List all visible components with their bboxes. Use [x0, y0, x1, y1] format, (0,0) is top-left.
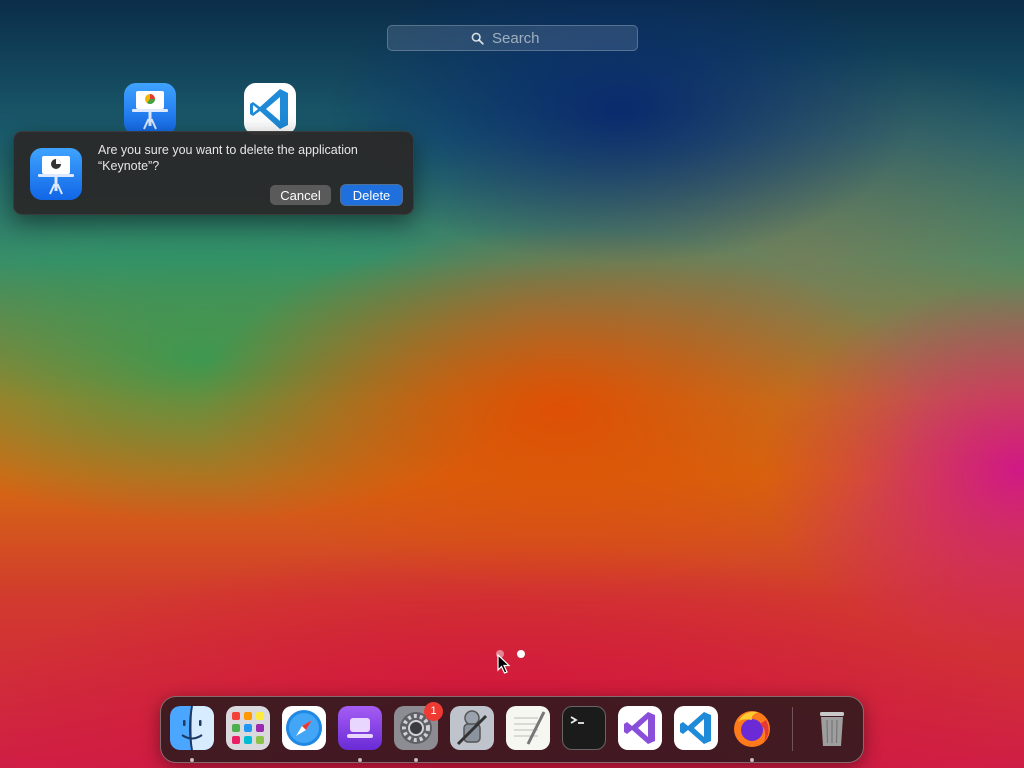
dock-item-firefox[interactable] — [730, 706, 774, 750]
mouse-cursor-icon — [497, 654, 511, 674]
dialog-app-icon — [30, 148, 82, 200]
delete-confirmation-dialog: Are you sure you want to delete the appl… — [13, 131, 414, 215]
podcast-app-icon — [347, 718, 373, 738]
terminal-icon — [570, 716, 584, 724]
launchpad-app-keynote[interactable] — [124, 83, 176, 135]
vscode-icon — [250, 89, 288, 129]
dock: 1 — [160, 696, 864, 763]
dock-item-terminal[interactable] — [562, 706, 606, 750]
trash-icon — [820, 712, 844, 746]
dock-item-safari[interactable] — [282, 706, 326, 750]
dock-item-visual-studio[interactable] — [618, 706, 662, 750]
visual-studio-icon — [624, 712, 655, 744]
running-indicator — [190, 758, 194, 762]
firefox-icon — [734, 711, 770, 747]
page-indicator-dot-2[interactable] — [517, 650, 525, 658]
dock-item-textedit[interactable] — [506, 706, 550, 750]
dock-item-vscode[interactable] — [674, 706, 718, 750]
running-indicator — [750, 758, 754, 762]
finder-icon — [170, 706, 214, 750]
dialog-message: Are you sure you want to delete the appl… — [98, 143, 358, 173]
textedit-icon — [514, 711, 546, 745]
launchpad-icon — [232, 712, 264, 744]
dock-separator — [792, 707, 793, 751]
running-indicator — [358, 758, 362, 762]
dock-item-trash[interactable] — [810, 706, 854, 750]
dock-item-launchpad[interactable] — [226, 706, 270, 750]
automator-icon — [456, 710, 488, 746]
safari-icon — [286, 710, 322, 746]
dock-item-automator[interactable] — [450, 706, 494, 750]
search-icon — [471, 32, 484, 45]
dock-item-finder[interactable] — [170, 706, 214, 750]
notification-badge: 1 — [424, 702, 443, 721]
vscode-icon — [680, 712, 711, 744]
running-indicator — [414, 758, 418, 762]
keynote-icon — [38, 156, 74, 195]
launchpad-app-vscode[interactable] — [244, 83, 296, 135]
search-bar[interactable] — [387, 25, 638, 51]
cancel-button[interactable]: Cancel — [270, 185, 331, 205]
delete-button[interactable]: Delete — [341, 185, 402, 205]
keynote-icon — [132, 91, 168, 130]
dock-item-purple-app[interactable] — [338, 706, 382, 750]
search-input[interactable] — [490, 28, 554, 48]
